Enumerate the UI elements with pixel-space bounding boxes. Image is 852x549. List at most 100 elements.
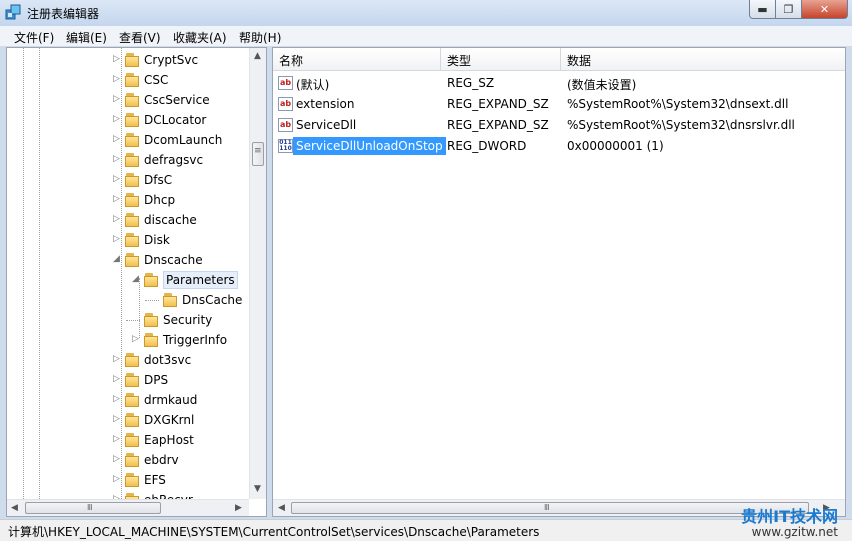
- close-button[interactable]: ✕: [802, 0, 848, 19]
- tree-item-label[interactable]: defragsvc: [144, 153, 203, 167]
- maximize-button[interactable]: ❐: [776, 0, 802, 19]
- value-row[interactable]: 011 110 ServiceDllUnloadOnStop REG_DWORD 0x…: [273, 136, 845, 157]
- tree-item-dot3svc[interactable]: ▷ dot3svc: [7, 350, 247, 370]
- tree-item-label[interactable]: DCLocator: [144, 113, 206, 127]
- expand-arrow-icon[interactable]: ▷: [113, 234, 120, 244]
- collapse-arrow-icon[interactable]: ◢: [132, 274, 139, 284]
- scroll-down-icon[interactable]: ▼: [254, 484, 261, 494]
- registry-tree[interactable]: ▷ CryptSvc ▷ CSC ▷ CscService ▷ DCLocator ▷ DcomL…: [6, 47, 267, 517]
- tree-item-parameters[interactable]: ◢ Parameters: [7, 270, 247, 290]
- column-data[interactable]: 数据: [567, 52, 591, 69]
- minimize-button[interactable]: ▬: [749, 0, 776, 19]
- folder-icon: [124, 253, 140, 267]
- expand-arrow-icon[interactable]: ▷: [113, 394, 120, 404]
- tree-item-label[interactable]: ebdrv: [144, 453, 179, 467]
- scroll-right-icon[interactable]: ▶: [235, 503, 242, 513]
- expand-arrow-icon[interactable]: ▷: [113, 454, 120, 464]
- tree-item-dfsc[interactable]: ▷ DfsC: [7, 170, 247, 190]
- minimize-icon: ▬: [757, 2, 768, 16]
- expand-arrow-icon[interactable]: ▷: [113, 414, 120, 424]
- value-name[interactable]: extension: [296, 97, 355, 111]
- tree-vertical-scrollbar[interactable]: ▲ ≡ ▼: [249, 48, 266, 499]
- tree-item-label[interactable]: Dhcp: [144, 193, 175, 207]
- expand-arrow-icon[interactable]: ▷: [113, 354, 120, 364]
- folder-icon: [124, 73, 140, 87]
- tree-item-defragsvc[interactable]: ▷ defragsvc: [7, 150, 247, 170]
- expand-arrow-icon[interactable]: ▷: [113, 374, 120, 384]
- expand-arrow-icon[interactable]: ▷: [113, 154, 120, 164]
- column-header: 名称 类型 数据: [273, 48, 845, 71]
- tree-item-dclocator[interactable]: ▷ DCLocator: [7, 110, 247, 130]
- tree-item-label[interactable]: drmkaud: [144, 393, 197, 407]
- expand-arrow-icon[interactable]: ▷: [113, 194, 120, 204]
- expand-arrow-icon[interactable]: ▷: [132, 334, 139, 344]
- value-name[interactable]: (默认): [296, 76, 329, 93]
- tree-item-label[interactable]: TriggerInfo: [163, 333, 227, 347]
- tree-item-dcomlaunch[interactable]: ▷ DcomLaunch: [7, 130, 247, 150]
- tree-item-triggerinfo[interactable]: ▷ TriggerInfo: [7, 330, 247, 350]
- tree-item-efs[interactable]: ▷ EFS: [7, 470, 247, 490]
- tree-hscroll-thumb[interactable]: Ⅲ: [25, 502, 161, 514]
- menu-edit[interactable]: 编辑(E): [66, 29, 107, 46]
- expand-arrow-icon[interactable]: ▷: [113, 474, 120, 484]
- value-row[interactable]: ab (默认) REG_SZ (数值未设置): [273, 73, 845, 94]
- expand-arrow-icon[interactable]: ▷: [113, 174, 120, 184]
- tree-item-discache[interactable]: ▷ discache: [7, 210, 247, 230]
- tree-item-drmkaud[interactable]: ▷ drmkaud: [7, 390, 247, 410]
- tree-item-label[interactable]: discache: [144, 213, 197, 227]
- scroll-up-icon[interactable]: ▲: [254, 51, 261, 61]
- tree-item-csc[interactable]: ▷ CSC: [7, 70, 247, 90]
- value-name[interactable]: ServiceDll: [296, 118, 356, 132]
- tree-item-label[interactable]: DXGKrnl: [144, 413, 194, 427]
- title-bar[interactable]: 注册表编辑器 ▬ ❐ ✕: [0, 0, 852, 26]
- tree-item-cscservice[interactable]: ▷ CscService: [7, 90, 247, 110]
- expand-arrow-icon[interactable]: ▷: [113, 114, 120, 124]
- value-data: (数值未设置): [567, 78, 637, 92]
- tree-item-label[interactable]: DPS: [144, 373, 168, 387]
- value-name[interactable]: ServiceDllUnloadOnStop: [293, 137, 446, 155]
- tree-item-label[interactable]: DcomLaunch: [144, 133, 222, 147]
- expand-arrow-icon[interactable]: ▷: [113, 434, 120, 444]
- tree-item-label[interactable]: Parameters: [163, 271, 238, 289]
- tree-item-ebdrv[interactable]: ▷ ebdrv: [7, 450, 247, 470]
- tree-item-security[interactable]: Security: [7, 310, 247, 330]
- tree-item-label[interactable]: EapHost: [144, 433, 194, 447]
- menu-view[interactable]: 查看(V): [119, 29, 161, 46]
- tree-item-label[interactable]: DnsCache: [182, 293, 242, 307]
- menu-favorites[interactable]: 收藏夹(A): [173, 29, 227, 46]
- tree-horizontal-scrollbar[interactable]: ◀ Ⅲ ▶: [7, 499, 249, 516]
- tree-item-disk[interactable]: ▷ Disk: [7, 230, 247, 250]
- values-list[interactable]: 名称 类型 数据 ab (默认) REG_SZ (数值未设置) ab extension R…: [272, 47, 846, 517]
- tree-item-cryptsvc[interactable]: ▷ CryptSvc: [7, 50, 247, 70]
- expand-arrow-icon[interactable]: ▷: [113, 94, 120, 104]
- tree-vscroll-thumb[interactable]: ≡: [252, 142, 264, 166]
- tree-item-dxgkrnl[interactable]: ▷ DXGKrnl: [7, 410, 247, 430]
- column-type[interactable]: 类型: [447, 52, 471, 69]
- expand-arrow-icon[interactable]: ▷: [113, 134, 120, 144]
- tree-item-dhcp[interactable]: ▷ Dhcp: [7, 190, 247, 210]
- tree-item-label[interactable]: CryptSvc: [144, 53, 198, 67]
- tree-item-label[interactable]: CscService: [144, 93, 210, 107]
- menu-file[interactable]: 文件(F): [14, 29, 54, 46]
- tree-item-dnscache[interactable]: ◢ Dnscache: [7, 250, 247, 270]
- tree-item-eaphost[interactable]: ▷ EapHost: [7, 430, 247, 450]
- tree-item-label[interactable]: EFS: [144, 473, 166, 487]
- scroll-left-icon[interactable]: ◀: [11, 503, 18, 513]
- tree-item-dnscache[interactable]: DnsCache: [7, 290, 247, 310]
- expand-arrow-icon[interactable]: ▷: [113, 214, 120, 224]
- expand-arrow-icon[interactable]: ▷: [113, 74, 120, 84]
- scroll-left-icon[interactable]: ◀: [278, 503, 285, 513]
- collapse-arrow-icon[interactable]: ◢: [113, 254, 120, 264]
- tree-item-label[interactable]: Disk: [144, 233, 170, 247]
- tree-item-label[interactable]: CSC: [144, 73, 168, 87]
- expand-arrow-icon[interactable]: ▷: [113, 54, 120, 64]
- tree-item-label[interactable]: Dnscache: [144, 253, 203, 267]
- value-row[interactable]: ab ServiceDll REG_EXPAND_SZ %SystemRoot%\Sy…: [273, 115, 845, 136]
- value-row[interactable]: ab extension REG_EXPAND_SZ %SystemRoot%\Sys…: [273, 94, 845, 115]
- menu-help[interactable]: 帮助(H): [239, 29, 281, 46]
- tree-item-label[interactable]: dot3svc: [144, 353, 191, 367]
- column-name[interactable]: 名称: [279, 52, 303, 69]
- tree-item-dps[interactable]: ▷ DPS: [7, 370, 247, 390]
- tree-item-label[interactable]: DfsC: [144, 173, 172, 187]
- tree-item-label[interactable]: Security: [163, 313, 212, 327]
